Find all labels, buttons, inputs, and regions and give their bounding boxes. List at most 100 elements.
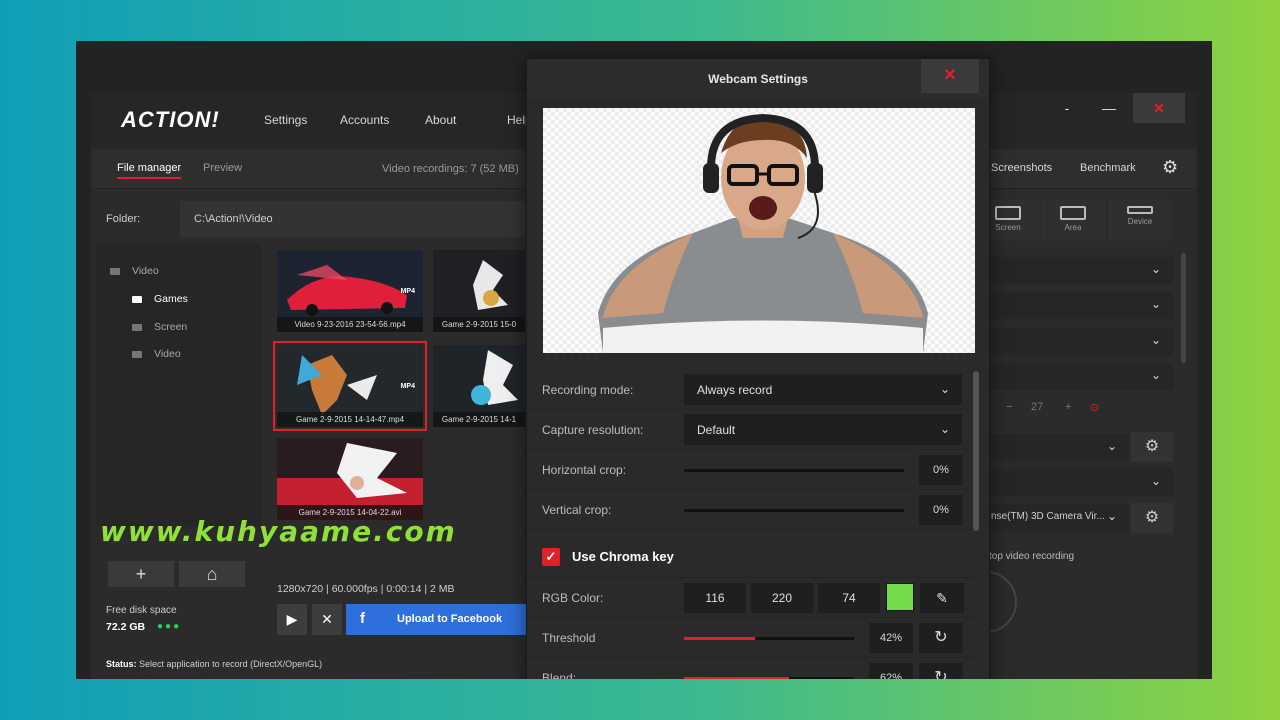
chevron-down-icon: ⌄ — [939, 422, 950, 436]
blend-value[interactable]: 62% — [869, 663, 913, 679]
threshold-value[interactable]: 42% — [869, 623, 913, 653]
vertical-crop-value[interactable]: 0% — [919, 495, 963, 525]
folder-path-field[interactable]: C:\Action!\Video — [180, 201, 530, 237]
tree-item-video[interactable]: Video — [132, 348, 181, 360]
right-dropdown-2[interactable]: ⌄ — [991, 292, 1173, 319]
blend-slider[interactable] — [684, 677, 854, 679]
recording-mode-select[interactable]: Always record ⌄ — [684, 374, 962, 405]
rgb-color-row: RGB Color: 116 220 74 ✎ — [527, 578, 977, 618]
counter-plus[interactable]: + — [1065, 401, 1071, 413]
rgb-blue-field[interactable]: 74 — [818, 583, 880, 613]
facebook-button-label: Upload to Facebook — [397, 613, 503, 625]
tree-item-screen[interactable]: Screen — [132, 321, 187, 333]
video-thumbnail[interactable]: MP4 Video 9-23-2016 23-54-56.mp4 — [277, 250, 423, 332]
menu-settings[interactable]: Settings — [264, 113, 307, 127]
dropdown-gear-button[interactable]: ⚙ — [1131, 432, 1173, 462]
reset-icon: ↻ — [934, 629, 948, 646]
camera-gear-button[interactable]: ⚙ — [1131, 503, 1173, 533]
horizontal-crop-slider[interactable] — [684, 469, 904, 472]
mode-area-button[interactable]: Area — [1041, 199, 1105, 241]
chevron-down-icon: ⌄ — [1106, 439, 1117, 453]
folder-icon — [132, 323, 142, 331]
tree-item-video-root[interactable]: Video — [110, 265, 159, 277]
minimize-button[interactable]: - — [1052, 93, 1082, 123]
add-folder-button[interactable]: + — [108, 561, 174, 587]
chroma-key-checkbox[interactable]: ✓ — [542, 548, 560, 566]
tab-screenshots[interactable]: Screenshots — [991, 162, 1052, 174]
video-thumbnail-selected[interactable]: MP4 Game 2-9-2015 14-14-47.mp4 — [273, 341, 427, 431]
chevron-down-icon: ⌄ — [1150, 297, 1161, 311]
main-close-button[interactable]: ✕ — [1133, 93, 1185, 123]
counter-reset-icon[interactable]: ⊙ — [1090, 401, 1099, 414]
watermark-text: www.kuhyaame.com — [100, 515, 457, 548]
threshold-fill — [684, 637, 756, 640]
right-dropdown-1[interactable]: ⌄ — [991, 257, 1173, 284]
maximize-button[interactable]: — — [1094, 93, 1124, 123]
video-thumbnail[interactable]: Game 2-9-2015 14-04-22.avi — [277, 438, 423, 520]
mode-label: Device — [1127, 217, 1153, 226]
color-swatch[interactable] — [886, 583, 914, 611]
chevron-down-icon: ⌄ — [1150, 474, 1161, 488]
rgb-green-field[interactable]: 220 — [751, 583, 813, 613]
dialog-title: Webcam Settings — [527, 59, 989, 99]
play-button[interactable]: ▶ — [277, 604, 307, 635]
status-label: Status: — [106, 659, 137, 669]
folder-tree: Video Games Screen Video — [96, 245, 261, 527]
camera-device-dropdown[interactable]: nse(TM) 3D Camera Vir... ⌄ — [991, 504, 1129, 531]
webcam-person-image — [598, 113, 928, 353]
right-dropdown-4[interactable]: ⌄ — [991, 363, 1173, 390]
right-dropdown-5[interactable]: ⌄ — [991, 434, 1129, 461]
folder-icon — [132, 350, 142, 358]
tab-file-manager[interactable]: File manager — [117, 162, 182, 179]
threshold-reset-button[interactable]: ↻ — [919, 623, 963, 653]
tab-preview[interactable]: Preview — [203, 162, 242, 174]
blend-reset-button[interactable]: ↻ — [919, 663, 963, 679]
dialog-close-button[interactable]: ✕ — [921, 59, 979, 93]
video-thumbnail[interactable]: Game 2-9-2015 15-0 — [433, 250, 525, 332]
thumbnail-caption: Video 9-23-2016 23-54-56.mp4 — [277, 317, 423, 332]
gear-icon: ⚙ — [1144, 438, 1160, 455]
threshold-slider[interactable] — [684, 637, 854, 640]
chevron-down-icon: ⌄ — [1106, 509, 1117, 523]
eyedropper-button[interactable]: ✎ — [920, 583, 964, 613]
open-folder-button[interactable]: ⌂ — [179, 561, 245, 587]
video-thumbnail[interactable]: Game 2-9-2015 14-1 — [433, 345, 525, 427]
capture-resolution-row: Capture resolution: Default ⌄ — [527, 410, 977, 450]
upload-facebook-button[interactable]: f Upload to Facebook — [346, 604, 526, 635]
chevron-down-icon: ⌄ — [1150, 333, 1161, 347]
screenshot-frame: ACTION! Settings Accounts About Help - —… — [76, 41, 1212, 679]
counter-value: 27 — [1031, 401, 1044, 413]
mp4-badge: MP4 — [400, 383, 415, 390]
horizontal-crop-value[interactable]: 0% — [919, 455, 963, 485]
dialog-scrollbar[interactable] — [973, 371, 979, 531]
folder-label: Folder: — [106, 213, 141, 225]
counter-minus[interactable]: − — [1006, 401, 1012, 413]
folder-icon — [110, 267, 120, 275]
vertical-crop-slider[interactable] — [684, 509, 904, 512]
settings-gear-icon[interactable]: ⚙ — [1162, 157, 1178, 178]
chevron-down-icon: ⌄ — [1150, 262, 1161, 276]
chroma-key-row: ✓ Use Chroma key — [527, 536, 977, 578]
tab-benchmark[interactable]: Benchmark — [1080, 162, 1136, 174]
capture-resolution-select[interactable]: Default ⌄ — [684, 414, 962, 445]
reset-icon: ↻ — [934, 669, 948, 679]
menu-about[interactable]: About — [425, 113, 456, 127]
right-scrollbar[interactable] — [1181, 253, 1186, 363]
facebook-icon: f — [360, 610, 365, 627]
vertical-crop-label: Vertical crop: — [542, 503, 612, 517]
chevron-down-icon: ⌄ — [1150, 368, 1161, 382]
disk-status-dots: ●●● — [157, 621, 182, 632]
status-text: Select application to record (DirectX/Op… — [139, 659, 323, 669]
menu-accounts[interactable]: Accounts — [340, 113, 389, 127]
right-dropdown-6[interactable]: ⌄ — [991, 469, 1173, 496]
right-dropdown-3[interactable]: ⌄ — [991, 328, 1173, 355]
tree-label: Screen — [154, 321, 188, 333]
delete-button[interactable]: ✕ — [312, 604, 342, 635]
rgb-red-field[interactable]: 116 — [684, 583, 746, 613]
mode-device-button[interactable]: Device — [1108, 199, 1172, 241]
tree-item-games[interactable]: Games — [132, 293, 188, 305]
camera-device-value: nse(TM) 3D Camera Vir... — [991, 511, 1105, 522]
blend-row: Blend: 62% ↻ — [527, 658, 977, 679]
gear-icon: ⚙ — [1144, 509, 1160, 526]
recording-mode-row: Recording mode: Always record ⌄ — [527, 370, 977, 410]
